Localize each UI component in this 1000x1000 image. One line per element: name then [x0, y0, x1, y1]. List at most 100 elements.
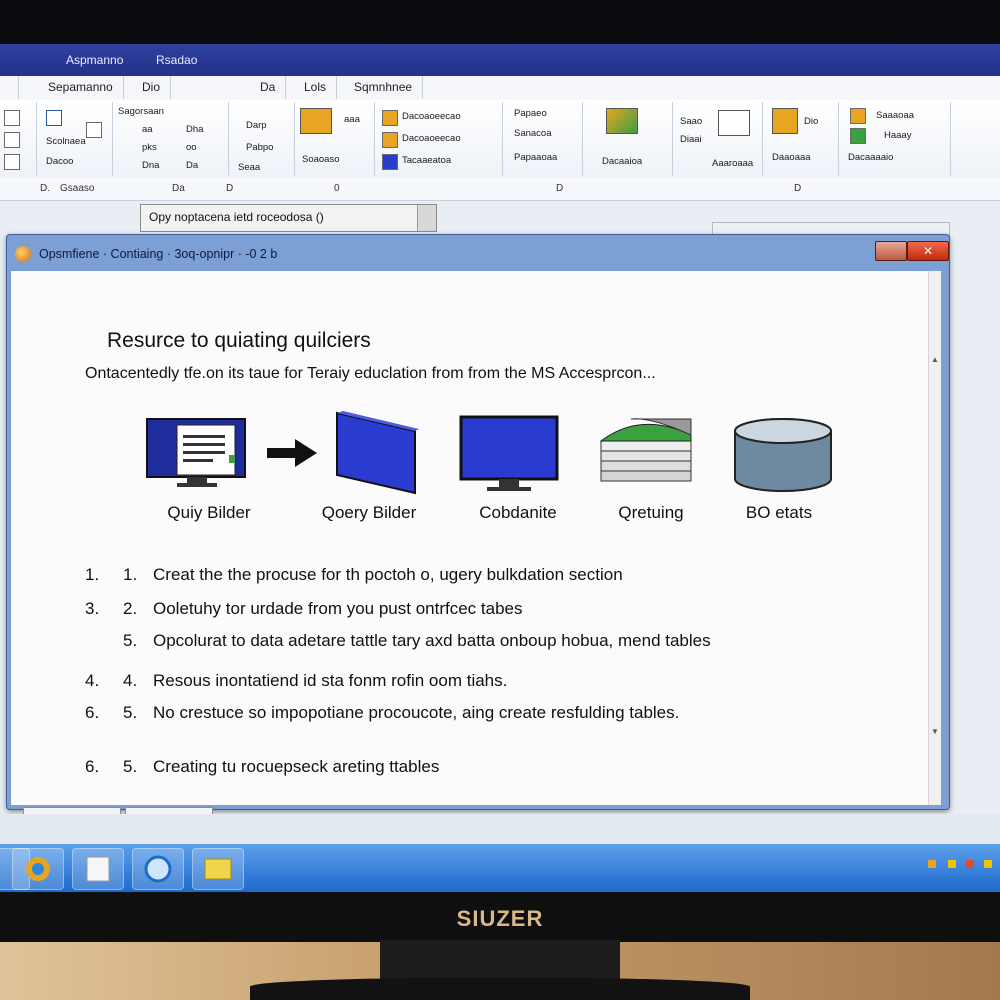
minimize-button[interactable] [875, 241, 907, 261]
dialog-body: Resurce to quiating quilciers Ontacented… [11, 271, 941, 833]
taskbar [0, 844, 1000, 892]
ribbon-btn[interactable]: Dacoo [46, 156, 73, 167]
dialog-title: Opsmfiene · Contiaing · 3oq-opnipr · -0 … [39, 247, 278, 261]
ribbon-btn[interactable]: Daaoaaa [772, 152, 811, 163]
step-label-5: BO etats [745, 503, 813, 522]
ribbon-group-10: Dio Daaoaaa [762, 102, 839, 176]
folder-icon[interactable] [300, 108, 332, 134]
folder-icon[interactable] [192, 848, 244, 890]
list-number: 3. [85, 599, 100, 618]
ribbon-btn[interactable]: Scolnaea [46, 136, 86, 147]
background-window[interactable]: Opy noptacena ietd roceodosa () [140, 204, 437, 232]
file-tab[interactable] [0, 76, 19, 99]
tray-icon[interactable] [984, 860, 992, 868]
list-number: 2. [123, 599, 138, 618]
ribbon-btn[interactable]: Dacaaioa [602, 156, 642, 167]
tab-sepamanno[interactable]: Sepamanno [38, 76, 124, 99]
tab-lols[interactable]: Lols [294, 76, 338, 99]
ribbon-group-4: Darp Pabpo Seaa [228, 102, 295, 176]
bracket-icon[interactable] [86, 122, 102, 138]
dialog-scrollbar[interactable]: ▲ ▼ [928, 271, 941, 805]
checkbox-icon[interactable] [4, 154, 20, 170]
ribbon-btn[interactable]: Saaaoaa [876, 110, 914, 121]
tab-sqmnhnee[interactable]: Sqmnhnee [344, 76, 424, 99]
checkbox-icon[interactable] [4, 132, 20, 148]
tab-dio[interactable]: Dio [132, 76, 172, 99]
background-window-scroll[interactable] [417, 205, 436, 231]
ribbon-btn[interactable]: Dha [186, 124, 203, 135]
ruler-label: Gsaaso [60, 183, 95, 194]
layout-icon[interactable] [718, 110, 750, 136]
ribbon-btn[interactable]: Dna [142, 160, 159, 171]
ribbon-btn[interactable]: Aaaroaaa [712, 158, 753, 169]
blue-panel-icon [336, 411, 419, 495]
tab-da[interactable]: Da [250, 76, 287, 99]
ribbon-btn[interactable]: oo [186, 142, 197, 153]
ribbon-group-2: Scolnaea Dacoo [36, 102, 113, 176]
ribbon-btn[interactable]: Sanacoa [514, 128, 552, 139]
tray-icon[interactable] [966, 860, 974, 868]
step-label-3: Cobdanite [479, 503, 557, 522]
ribbon-btn[interactable]: Sagorsaan [118, 106, 164, 117]
ribbon-btn[interactable]: pks [142, 142, 157, 153]
browser-icon[interactable] [12, 848, 64, 890]
ribbon-btn[interactable]: Seaa [238, 162, 260, 173]
scroll-up-icon[interactable]: ▲ [931, 355, 939, 364]
blue-square-icon [382, 154, 398, 170]
list-text: Creat the the procuse for th poctoh o, u… [153, 565, 623, 584]
database-icon [734, 418, 832, 492]
tray-icon[interactable] [928, 860, 936, 868]
ribbon-btn[interactable]: Papaeo [514, 108, 547, 119]
table-icon[interactable] [46, 110, 62, 126]
ribbon-btn[interactable]: aa [142, 124, 153, 135]
list-text: Ooletuhy tor urdade from you pust ontrfc… [153, 599, 523, 618]
orange-square-icon [850, 108, 866, 124]
ribbon-btn[interactable]: Diaai [680, 134, 702, 145]
dialog-title-bar[interactable]: Opsmfiene · Contiaing · 3oq-opnipr · -0 … [7, 235, 949, 271]
ribbon-btn[interactable]: Da [186, 160, 198, 171]
paste-icon[interactable] [606, 108, 638, 134]
ribbon-btn[interactable]: Dacoaoeecao [402, 111, 461, 122]
dialog-subtitle: Ontacentedly tfe.on its taue for Teraiy … [85, 365, 656, 382]
note-icon[interactable] [772, 108, 798, 134]
step-label-4: Qretuing [618, 503, 684, 522]
internet-explorer-icon[interactable] [132, 848, 184, 890]
ribbon-btn[interactable]: Pabpo [246, 142, 273, 153]
checkbox-icon[interactable] [4, 110, 20, 126]
ribbon-btn[interactable]: Tacaaeatoa [402, 155, 451, 166]
ruler-label: D [794, 183, 802, 194]
list-number: 1. [123, 565, 138, 584]
ribbon-btn[interactable]: Saao [680, 116, 702, 127]
ruler-label: D [556, 183, 564, 194]
ribbon-btn[interactable]: Dacaaaaio [848, 152, 893, 163]
list-number: 4. [85, 671, 100, 690]
ribbon-btn[interactable]: Darp [246, 120, 267, 131]
ribbon-group-1 [0, 102, 37, 176]
ribbon-btn[interactable]: Papaaoaa [514, 152, 557, 163]
ribbon-btn[interactable]: Dacoaoeecao [402, 133, 461, 144]
window-icon [146, 418, 246, 487]
ribbon-btn[interactable]: aaa [344, 114, 360, 125]
orange-square-icon [382, 132, 398, 148]
green-square-icon [850, 128, 866, 144]
list-number: 5. [123, 631, 138, 650]
ribbon-btn[interactable]: Dio [804, 116, 818, 127]
list-number: 6. [85, 757, 100, 776]
ribbon-group-3: Sagorsaan aa Dha pks oo Dna Da [112, 102, 229, 176]
ribbon-btn[interactable]: Haaay [884, 130, 911, 141]
background-window-title: Opy noptacena ietd roceodosa () [149, 210, 324, 224]
orange-square-icon [382, 110, 398, 126]
dialog-heading: Resurce to quiating quilciers [107, 329, 371, 352]
ribbon-group-6: Dacoaoeecao Dacoaoeecao Tacaaeatoa [374, 102, 503, 176]
close-button[interactable]: ✕ [907, 241, 949, 261]
ribbon-btn[interactable]: Soaoaso [302, 154, 340, 165]
ruler: D. Gsaaso Da D 0 D D [0, 178, 1000, 201]
scroll-down-icon[interactable]: ▼ [931, 727, 939, 736]
notepad-icon[interactable] [72, 848, 124, 890]
list-text: No crestuce so impopotiane procoucote, a… [153, 703, 680, 722]
list-number: 5. [123, 757, 138, 776]
list-text: Creating tu rocuepseck areting ttables [153, 757, 440, 776]
monitor-icon [459, 415, 559, 491]
tray-icon[interactable] [948, 860, 956, 868]
monitor-brand-logo: SIUZER [456, 906, 544, 931]
